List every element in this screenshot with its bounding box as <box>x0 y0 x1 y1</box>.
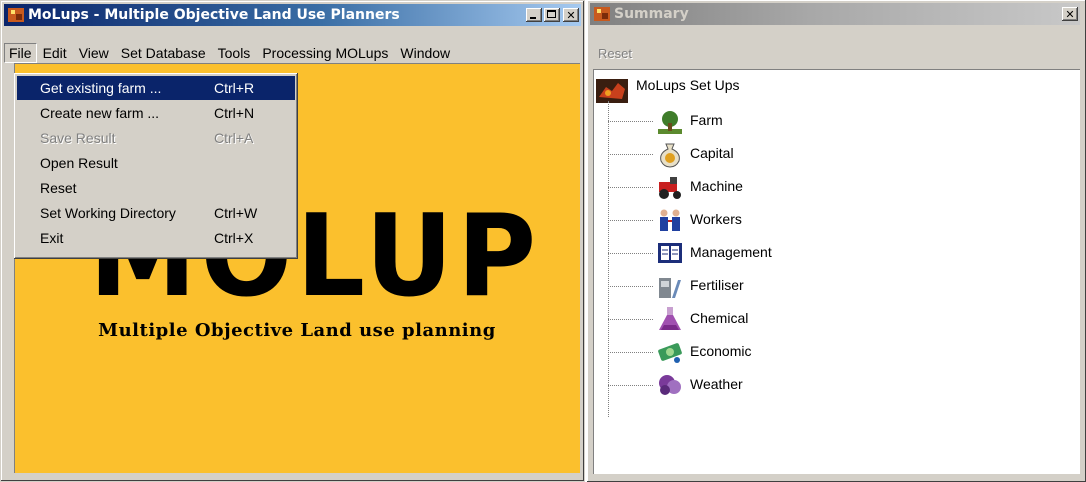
summary-menu-reset: Reset <box>598 46 632 61</box>
weather-icon <box>659 375 681 395</box>
menu-item-label: Set Working Directory <box>40 205 176 221</box>
menu-item-create-new-farm[interactable]: Create new farm ... Ctrl+N <box>17 101 295 125</box>
menu-item-save-result: Save Result Ctrl+A <box>17 126 295 150</box>
menu-tools[interactable]: Tools <box>212 45 257 61</box>
menu-window[interactable]: Window <box>394 45 456 61</box>
menu-item-shortcut: Ctrl+R <box>214 80 255 96</box>
main-window-title: MoLups - Multiple Objective Land Use Pla… <box>28 7 400 23</box>
tree-line <box>608 101 609 417</box>
tree-node-label: Management <box>690 244 772 260</box>
tree-node-label: Capital <box>690 145 734 161</box>
close-button[interactable]: ✕ <box>563 8 579 22</box>
menu-view[interactable]: View <box>73 45 115 61</box>
logo-subtitle: Multiple Objective Land use planning <box>98 320 496 341</box>
menu-file[interactable]: File <box>4 43 37 63</box>
menu-item-shortcut: Ctrl+W <box>214 205 258 221</box>
menu-item-label: Create new farm ... <box>40 105 160 121</box>
economic-icon <box>658 343 682 363</box>
tree-node-label: Economic <box>690 343 752 359</box>
maximize-button[interactable] <box>544 8 560 22</box>
menu-processing-molups[interactable]: Processing MOLups <box>256 45 394 61</box>
tree-node-label: Fertiliser <box>690 277 744 293</box>
management-icon <box>658 243 682 263</box>
menu-item-shortcut: Ctrl+X <box>214 230 254 246</box>
minimize-button[interactable] <box>526 8 542 22</box>
tree-node-label: Farm <box>690 112 723 128</box>
menu-edit[interactable]: Edit <box>37 45 73 61</box>
tree-node-label: Chemical <box>690 310 749 326</box>
capital-icon <box>660 143 680 168</box>
menu-item-shortcut: Ctrl+N <box>214 105 255 121</box>
workers-icon <box>660 209 680 231</box>
menu-item-get-existing-farm[interactable]: Get existing farm ... Ctrl+R <box>17 76 295 100</box>
molups-app-icon <box>7 7 25 23</box>
summary-close-button[interactable]: ✕ <box>1062 7 1078 21</box>
machine-icon <box>659 177 681 199</box>
farm-icon <box>658 111 682 134</box>
summary-window: Summary ✕ Reset MoLups Set Ups Farm Capi… <box>587 0 1086 482</box>
menu-item-reset[interactable]: Reset <box>17 176 295 200</box>
menu-item-shortcut: Ctrl+A <box>214 130 254 146</box>
main-title-bar[interactable]: MoLups - Multiple Objective Land Use Pla… <box>4 4 581 26</box>
tree-root-label[interactable]: MoLups Set Ups <box>636 77 740 93</box>
tree-node-label: Weather <box>690 376 743 392</box>
setup-tree: MoLups Set Ups Farm Capital Machine Work… <box>593 69 1080 474</box>
summary-title-bar[interactable]: Summary ✕ <box>590 3 1080 25</box>
file-menu-dropdown: Get existing farm ... Ctrl+R Create new … <box>14 73 298 259</box>
fertiliser-icon <box>659 278 681 298</box>
tree-node-label: Workers <box>690 211 742 227</box>
menu-item-label: Save Result <box>40 130 116 146</box>
molups-icon[interactable] <box>596 79 628 103</box>
molups-app-icon <box>593 6 611 22</box>
menu-item-label: Exit <box>40 230 64 246</box>
menu-set-database[interactable]: Set Database <box>115 45 212 61</box>
menu-item-label: Reset <box>40 180 77 196</box>
menu-item-set-working-directory[interactable]: Set Working Directory Ctrl+W <box>17 201 295 225</box>
summary-window-title: Summary <box>614 6 689 22</box>
tree-node-label: Machine <box>690 178 743 194</box>
chemical-icon <box>659 307 681 330</box>
menu-item-open-result[interactable]: Open Result <box>17 151 295 175</box>
menu-item-label: Get existing farm ... <box>40 80 162 96</box>
menu-item-exit[interactable]: Exit Ctrl+X <box>17 226 295 250</box>
main-menu-bar: File Edit View Set Database Tools Proces… <box>4 43 581 63</box>
menu-item-label: Open Result <box>40 155 118 171</box>
